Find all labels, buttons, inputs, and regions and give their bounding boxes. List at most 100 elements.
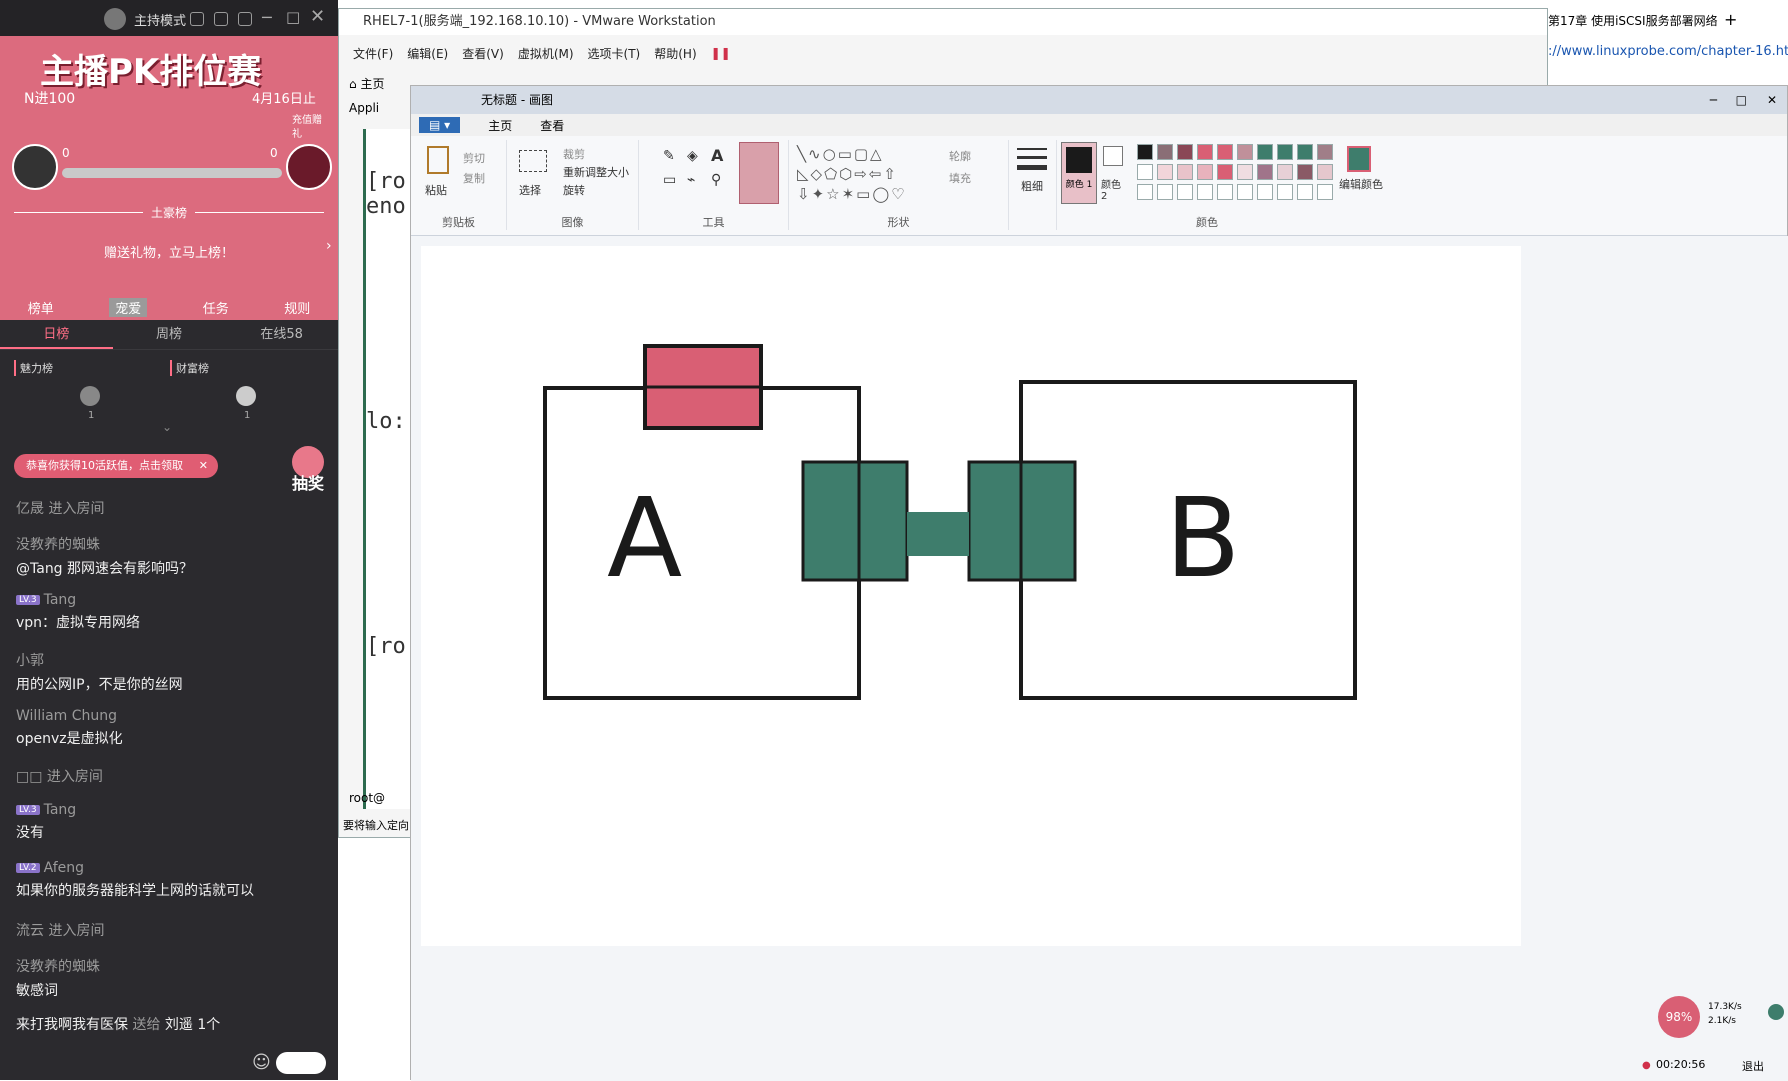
chat-name[interactable]: □□ <box>16 769 42 785</box>
swatch[interactable] <box>1157 164 1173 180</box>
chat-name[interactable]: 小郭 <box>16 650 183 670</box>
drawing-canvas[interactable]: A B <box>421 246 1521 946</box>
tab-ranking[interactable]: 榜单 <box>28 298 54 317</box>
swatch[interactable] <box>1297 184 1313 200</box>
edit-colors-icon[interactable] <box>1347 146 1371 172</box>
emoji-icon[interactable]: ☺ <box>252 1052 271 1073</box>
swatch[interactable] <box>1317 164 1333 180</box>
fill-icon[interactable]: ◈ <box>687 148 698 164</box>
cut-label[interactable]: 剪切 <box>463 150 485 166</box>
swatch[interactable] <box>1217 164 1233 180</box>
tab-weekly[interactable]: 周榜 <box>113 320 226 349</box>
shape-gallery[interactable]: ╲∿○▭▢△ ◺◇⬠⬡⇨⇦⇧ ⇩✦☆✶▭◯♡ <box>797 144 937 204</box>
exit-button[interactable]: 退出 <box>1742 1058 1764 1074</box>
recharge-badge[interactable]: 充值赠礼 <box>292 114 328 144</box>
swatch[interactable] <box>1217 184 1233 200</box>
send-button[interactable] <box>276 1052 326 1074</box>
menu-tabs[interactable]: 选项卡(T) <box>588 45 641 62</box>
anchor-avatar-left[interactable] <box>12 144 58 190</box>
swatch[interactable] <box>1257 184 1273 200</box>
terminal[interactable]: [ro eno lo: [ro <box>363 129 413 809</box>
gift-receiver[interactable]: 刘遥 <box>165 1017 193 1033</box>
lottery-button[interactable]: 抽奖 <box>288 446 328 493</box>
close-icon[interactable]: ✕ <box>199 454 208 478</box>
maximize-icon[interactable]: □ <box>286 8 300 26</box>
anchor-avatar-right[interactable] <box>286 144 332 190</box>
close-icon[interactable]: ✕ <box>310 6 325 27</box>
swatch[interactable] <box>1137 184 1153 200</box>
select-icon[interactable] <box>519 150 547 172</box>
magnifier-icon[interactable]: ⚲ <box>711 172 721 188</box>
close-icon[interactable]: ✕ <box>1767 86 1777 114</box>
swatch[interactable] <box>1297 144 1313 160</box>
teal-block-left[interactable] <box>801 460 909 582</box>
gift-sender[interactable]: 来打我啊我有医保 <box>16 1017 128 1033</box>
address-bar[interactable]: ://www.linuxprobe.com/chapter-16.htm <box>1548 44 1788 59</box>
menu-help[interactable]: 帮助(H) <box>654 45 696 62</box>
swatch[interactable] <box>1157 184 1173 200</box>
crop-label[interactable]: 裁剪 <box>563 146 585 162</box>
menu-icon[interactable] <box>238 12 252 26</box>
wealth-board-label[interactable]: 财富榜 <box>170 360 209 376</box>
color2-label[interactable]: 颜色 2 <box>1101 176 1129 202</box>
swatch[interactable] <box>1257 144 1273 160</box>
share-icon[interactable] <box>214 12 228 26</box>
swatch[interactable] <box>1137 164 1153 180</box>
vm-taskbar[interactable]: root@ <box>349 791 385 805</box>
swatch[interactable] <box>1237 184 1253 200</box>
chat-name[interactable]: 流云 <box>16 923 44 939</box>
chat-name[interactable]: 没教养的蜘蛛 <box>16 956 100 976</box>
active-notice[interactable]: 恭喜你获得10活跃值，点击领取 ✕ <box>14 454 218 478</box>
chevron-down-icon[interactable]: ⌄ <box>162 420 172 434</box>
swatch[interactable] <box>1277 144 1293 160</box>
swatch[interactable] <box>1297 164 1313 180</box>
swatch[interactable] <box>1177 164 1193 180</box>
swatch[interactable] <box>1237 164 1253 180</box>
maximize-icon[interactable]: □ <box>1736 86 1747 114</box>
menu-vm[interactable]: 虚拟机(M) <box>518 45 574 62</box>
new-tab-icon[interactable]: + <box>1724 10 1737 29</box>
rotate-label[interactable]: 旋转 <box>563 182 585 198</box>
swatch[interactable] <box>1157 144 1173 160</box>
chat-name[interactable]: Tang <box>44 592 77 608</box>
teal-link[interactable] <box>907 512 969 556</box>
chevron-right-icon[interactable]: › <box>326 238 332 254</box>
add-icon[interactable] <box>1768 1004 1784 1020</box>
tab-home[interactable]: 主页 <box>488 117 512 134</box>
wealth-avatar[interactable] <box>236 386 256 406</box>
tab-daily[interactable]: 日榜 <box>0 320 113 349</box>
swatch[interactable] <box>1197 144 1213 160</box>
swatch[interactable] <box>1257 164 1273 180</box>
outline-label[interactable]: 轮廓 <box>949 148 971 164</box>
picker-icon[interactable]: ⌁ <box>687 172 695 188</box>
minimize-icon[interactable]: ─ <box>262 8 272 27</box>
swatch[interactable] <box>1197 164 1213 180</box>
tab-app[interactable]: Appli <box>349 101 379 115</box>
swatch[interactable] <box>1177 184 1193 200</box>
chat-name[interactable]: 亿晟 <box>16 501 44 517</box>
menu-file[interactable]: 文件(F) <box>353 45 393 62</box>
text-icon[interactable]: A <box>711 146 723 165</box>
tab-online[interactable]: 在线58 <box>225 320 338 349</box>
select-label[interactable]: 选择 <box>519 182 541 198</box>
swatch[interactable] <box>1317 184 1333 200</box>
copy-label[interactable]: 复制 <box>463 170 485 186</box>
menu-view[interactable]: 查看(V) <box>462 45 504 62</box>
tab-rules[interactable]: 规则 <box>284 298 310 317</box>
swatch[interactable] <box>1277 184 1293 200</box>
swatch[interactable] <box>1317 144 1333 160</box>
menu-edit[interactable]: 编辑(E) <box>407 45 448 62</box>
avatar[interactable] <box>104 8 126 30</box>
tab-view[interactable]: 查看 <box>540 117 564 134</box>
charm-board-label[interactable]: 魅力榜 <box>14 360 53 376</box>
swatch[interactable] <box>1277 164 1293 180</box>
charm-avatar[interactable] <box>80 386 100 406</box>
eraser-icon[interactable]: ▭ <box>663 172 676 188</box>
fill-label[interactable]: 填充 <box>949 170 971 186</box>
resize-label[interactable]: 重新调整大小 <box>563 164 629 180</box>
edit-colors-label[interactable]: 编辑颜色 <box>1339 176 1383 192</box>
swatch[interactable] <box>1217 144 1233 160</box>
brush-button[interactable] <box>739 142 779 204</box>
chat-name[interactable]: Tang <box>44 802 77 818</box>
chat-name[interactable]: 没教养的蜘蛛 <box>16 534 193 554</box>
